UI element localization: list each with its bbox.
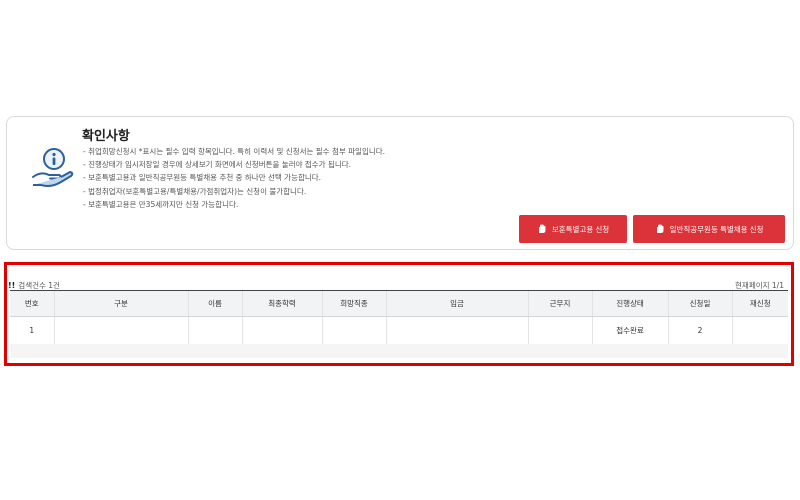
info-hand-icon <box>32 148 74 187</box>
column-header: 신청일 <box>667 290 732 317</box>
hand-icon <box>656 224 664 233</box>
notice-list: - 취업희망신청시 *표시는 필수 입력 항목입니다. 특히 이력서 및 신청서… <box>83 145 385 211</box>
table-footer-area <box>10 344 788 358</box>
cell-reapply[interactable] <box>731 316 788 345</box>
cell-apply-date: 2 <box>667 316 732 345</box>
hand-icon <box>538 224 546 233</box>
column-header: 희망직종 <box>321 290 386 317</box>
cell-wage <box>385 316 528 345</box>
alert-icon: !! <box>8 281 16 290</box>
notice-panel: 확인사항 - 취업희망신청시 *표시는 필수 입력 항목입니다. 특히 이력서 … <box>6 116 794 250</box>
notice-item: - 보훈특별고용과 일반직공무원등 특별채용 추천 중 하나만 선택 가능합니다… <box>83 173 322 183</box>
column-header: 최종학력 <box>241 290 322 317</box>
civil-servant-apply-button[interactable]: 일반직공무원등 특별채용 신청 <box>633 215 785 243</box>
cell-category <box>53 316 188 345</box>
column-header: 진행상태 <box>591 290 668 317</box>
civil-servant-apply-label: 일반직공무원등 특별채용 신청 <box>669 224 764 234</box>
table-header-row: 번호 구분 이름 최종학력 희망직종 임금 근무지 진행상태 신청일 재신청 <box>10 290 788 317</box>
cell-name <box>187 316 242 345</box>
column-header: 근무지 <box>527 290 592 317</box>
notice-item: - 진행상태가 임시저장일 경우에 상세보기 화면에서 신청버튼을 눌러야 접수… <box>83 160 352 170</box>
notice-item: - 보훈특별고용은 만35세까지만 신청 가능합니다. <box>83 199 239 209</box>
cell-desired-job <box>321 316 386 345</box>
notice-title: 확인사항 <box>82 129 130 144</box>
special-employment-apply-button[interactable]: 보훈특별고용 신청 <box>519 215 627 243</box>
column-header: 이름 <box>187 290 242 317</box>
cell-status: 접수완료 <box>591 316 668 345</box>
column-header: 재신청 <box>731 290 788 317</box>
table-row[interactable]: 1 접수완료 2 <box>10 316 788 345</box>
cell-number: 1 <box>10 316 54 345</box>
column-header: 번호 <box>10 290 54 317</box>
notice-item: - 법정취업자(보훈특별고용/특별채용/가점취업자)는 신청이 불가합니다. <box>83 186 307 196</box>
application-table: 번호 구분 이름 최종학력 희망직종 임금 근무지 진행상태 신청일 재신청 1… <box>10 290 788 345</box>
cell-workplace <box>527 316 592 345</box>
column-header: 임금 <box>385 290 528 317</box>
cell-education <box>241 316 322 345</box>
notice-item: - 취업희망신청시 *표시는 필수 입력 항목입니다. 특히 이력서 및 신청서… <box>83 147 386 156</box>
special-employment-apply-label: 보훈특별고용 신청 <box>551 224 610 234</box>
column-header: 구분 <box>53 290 188 317</box>
